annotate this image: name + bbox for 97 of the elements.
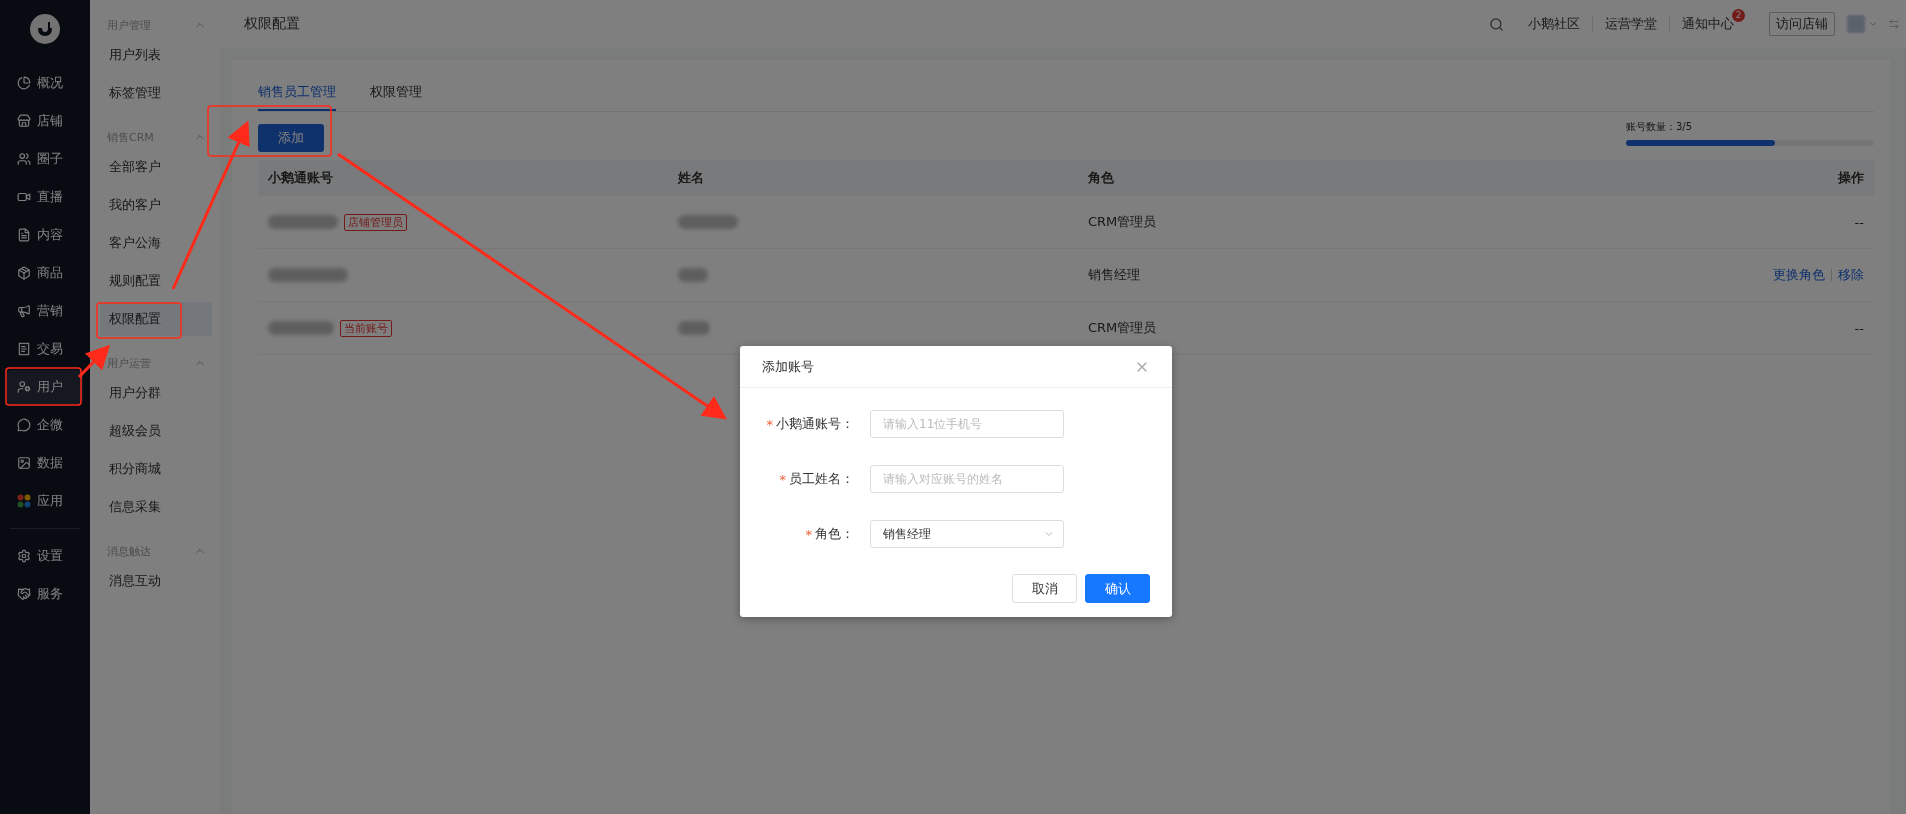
table-action-link[interactable]: 更换角色	[1773, 266, 1825, 284]
user-icon	[17, 380, 31, 394]
nav-item[interactable]: 设置	[7, 539, 83, 573]
column-header: 角色	[1078, 160, 1674, 196]
nav-label: 店铺	[37, 112, 63, 130]
field-label: 员工姓名：	[789, 470, 854, 488]
search-icon[interactable]	[1489, 16, 1504, 32]
account-quota: 账号数量：3/5	[1626, 120, 1694, 134]
column-header: 操作	[1674, 160, 1874, 196]
nav-item[interactable]: 营销	[7, 294, 83, 328]
nav-label: 内容	[37, 226, 63, 244]
submenu-item[interactable]: 用户列表	[100, 38, 212, 72]
nav-item[interactable]: 服务	[7, 577, 83, 611]
redacted-name	[678, 268, 708, 282]
submenu-item[interactable]: 标签管理	[100, 76, 212, 110]
table-cell: 销售经理	[1078, 249, 1674, 302]
header-link[interactable]: 运营学堂	[1592, 15, 1669, 33]
handshake-icon	[17, 587, 31, 601]
nav-label: 交易	[37, 340, 63, 358]
nav-item[interactable]: 用户	[7, 370, 83, 404]
nav-item[interactable]: 概况	[7, 66, 83, 100]
nav-item[interactable]: 商品	[7, 256, 83, 290]
nav-label: 应用	[37, 492, 63, 510]
nav-item[interactable]: 交易	[7, 332, 83, 366]
nav-label: 商品	[37, 264, 63, 282]
swap-icon[interactable]	[1888, 18, 1900, 30]
nav-item[interactable]: 数据	[7, 446, 83, 480]
nav-item[interactable]: 直播	[7, 180, 83, 214]
nav-label: 直播	[37, 188, 63, 206]
visit-store-button[interactable]: 访问店铺	[1769, 12, 1835, 36]
avatar[interactable]	[1847, 15, 1865, 33]
submenu-item[interactable]: 超级会员	[100, 414, 212, 448]
nav-item[interactable]: 内容	[7, 218, 83, 252]
chat-icon	[17, 418, 31, 432]
nav-label: 用户	[37, 378, 63, 396]
column-header: 小鹅通账号	[258, 160, 668, 196]
submenu-item[interactable]: 我的客户	[100, 188, 212, 222]
field-label: 角色：	[815, 525, 854, 543]
redacted-name	[678, 321, 710, 335]
role-select[interactable]: 销售经理	[870, 520, 1064, 548]
package-icon	[17, 266, 31, 280]
table-cell: --	[1854, 320, 1864, 336]
nav-label: 概况	[37, 74, 63, 92]
table-action-link[interactable]: 移除	[1838, 266, 1864, 284]
submenu-item[interactable]: 规则配置	[100, 264, 212, 298]
required-mark: *	[805, 526, 812, 542]
account-tag: 店铺管理员	[344, 213, 407, 231]
logo-icon	[30, 14, 60, 44]
chevron-down-icon[interactable]	[1868, 19, 1878, 29]
submenu-item[interactable]: 全部客户	[100, 150, 212, 184]
submenu-item[interactable]: 消息互动	[100, 564, 212, 598]
redacted-account	[268, 215, 338, 229]
megaphone-icon	[17, 304, 31, 318]
nav-item[interactable]: 店铺	[7, 104, 83, 138]
add-button[interactable]: 添加	[258, 124, 324, 152]
input-field[interactable]: 请输入11位手机号	[870, 410, 1064, 438]
people-icon	[17, 152, 31, 166]
nav-label: 圈子	[37, 150, 63, 168]
table-cell: CRM管理员	[1078, 196, 1674, 249]
store-icon	[17, 114, 31, 128]
image-icon	[17, 456, 31, 470]
nav-item[interactable]: 应用	[7, 484, 83, 518]
input-field[interactable]: 请输入对应账号的姓名	[870, 465, 1064, 493]
header-link[interactable]: 小鹅社区	[1516, 15, 1592, 33]
confirm-button[interactable]: 确认	[1085, 574, 1150, 603]
pie-chart-icon	[17, 76, 31, 90]
notification-badge: 2	[1732, 8, 1745, 22]
document-icon	[17, 228, 31, 242]
dialog-title: 添加账号	[762, 357, 814, 376]
submenu-item[interactable]: 积分商城	[100, 452, 212, 486]
submenu-item[interactable]: 客户公海	[100, 226, 212, 260]
nav-item[interactable]: 圈子	[7, 142, 83, 176]
nav-label: 设置	[37, 547, 63, 565]
tab[interactable]: 销售员工管理	[258, 60, 336, 111]
apps-icon	[17, 494, 31, 508]
nav-label: 营销	[37, 302, 63, 320]
redacted-account	[268, 321, 334, 335]
nav-item[interactable]: 企微	[7, 408, 83, 442]
table-cell: --	[1854, 214, 1864, 230]
nav-label: 数据	[37, 454, 63, 472]
page-title: 权限配置	[244, 15, 301, 33]
required-mark: *	[766, 416, 773, 432]
redacted-name	[678, 215, 738, 229]
nav-label: 企微	[37, 416, 63, 434]
submenu-item[interactable]: 权限配置	[100, 302, 212, 336]
submenu-item[interactable]: 用户分群	[100, 376, 212, 410]
tab[interactable]: 权限管理	[370, 60, 422, 111]
nav-label: 服务	[37, 585, 63, 603]
required-mark: *	[779, 471, 786, 487]
field-label: 小鹅通账号：	[776, 415, 854, 433]
submenu-item[interactable]: 信息采集	[100, 490, 212, 524]
receipt-icon	[17, 342, 31, 356]
column-header: 姓名	[668, 160, 1078, 196]
video-icon	[17, 190, 31, 204]
settings-icon	[17, 549, 31, 563]
cancel-button[interactable]: 取消	[1012, 574, 1077, 603]
account-tag: 当前账号	[340, 319, 392, 337]
